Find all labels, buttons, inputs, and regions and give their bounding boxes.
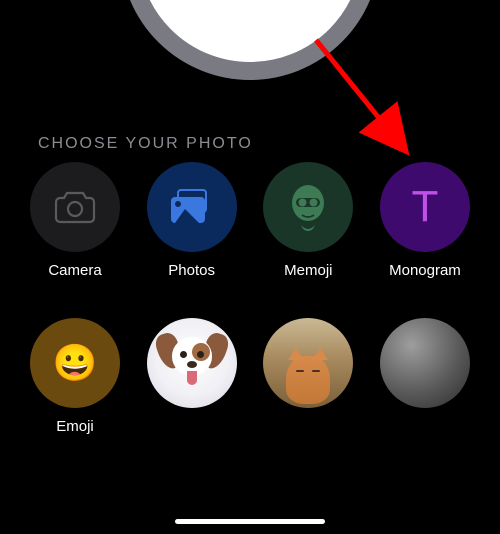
option-label: Monogram: [389, 262, 461, 279]
photo-options-row-2: 😀 Emoji: [20, 318, 480, 435]
option-emoji[interactable]: 😀 Emoji: [20, 318, 130, 435]
option-monogram[interactable]: T Monogram: [370, 162, 480, 279]
camera-icon: [54, 190, 96, 224]
photos-icon: [171, 189, 213, 225]
gray-gradient-thumb: [380, 318, 470, 408]
photos-icon-circle: [147, 162, 237, 252]
dog-memoji-thumb: [147, 318, 237, 408]
option-label: Emoji: [56, 418, 94, 435]
option-label: Photos: [168, 262, 215, 279]
option-camera[interactable]: Camera: [20, 162, 130, 279]
emoji-icon-circle: 😀: [30, 318, 120, 408]
option-label: Camera: [48, 262, 101, 279]
cat-illustration: [286, 356, 330, 404]
memoji-icon-circle: [263, 162, 353, 252]
cat-photo-thumb: [263, 318, 353, 408]
option-memoji[interactable]: Memoji: [253, 162, 363, 279]
suggestion-gray-gradient[interactable]: [370, 318, 480, 435]
photo-options-row-1: Camera Photos Memoji T Monogram: [20, 162, 480, 279]
monogram-letter: T: [412, 182, 439, 232]
camera-icon-circle: [30, 162, 120, 252]
option-label: Memoji: [284, 262, 332, 279]
home-indicator[interactable]: [175, 519, 325, 524]
option-photos[interactable]: Photos: [137, 162, 247, 279]
suggestion-dog-memoji[interactable]: [137, 318, 247, 435]
memoji-face-icon: [287, 181, 329, 233]
suggestion-cat-photo[interactable]: [253, 318, 363, 435]
current-avatar-preview: [120, 0, 380, 80]
section-title: CHOOSE YOUR PHOTO: [38, 135, 253, 153]
dog-face-icon: [154, 325, 230, 401]
emoji-smiley-icon: 😀: [53, 342, 98, 384]
monogram-icon-circle: T: [380, 162, 470, 252]
